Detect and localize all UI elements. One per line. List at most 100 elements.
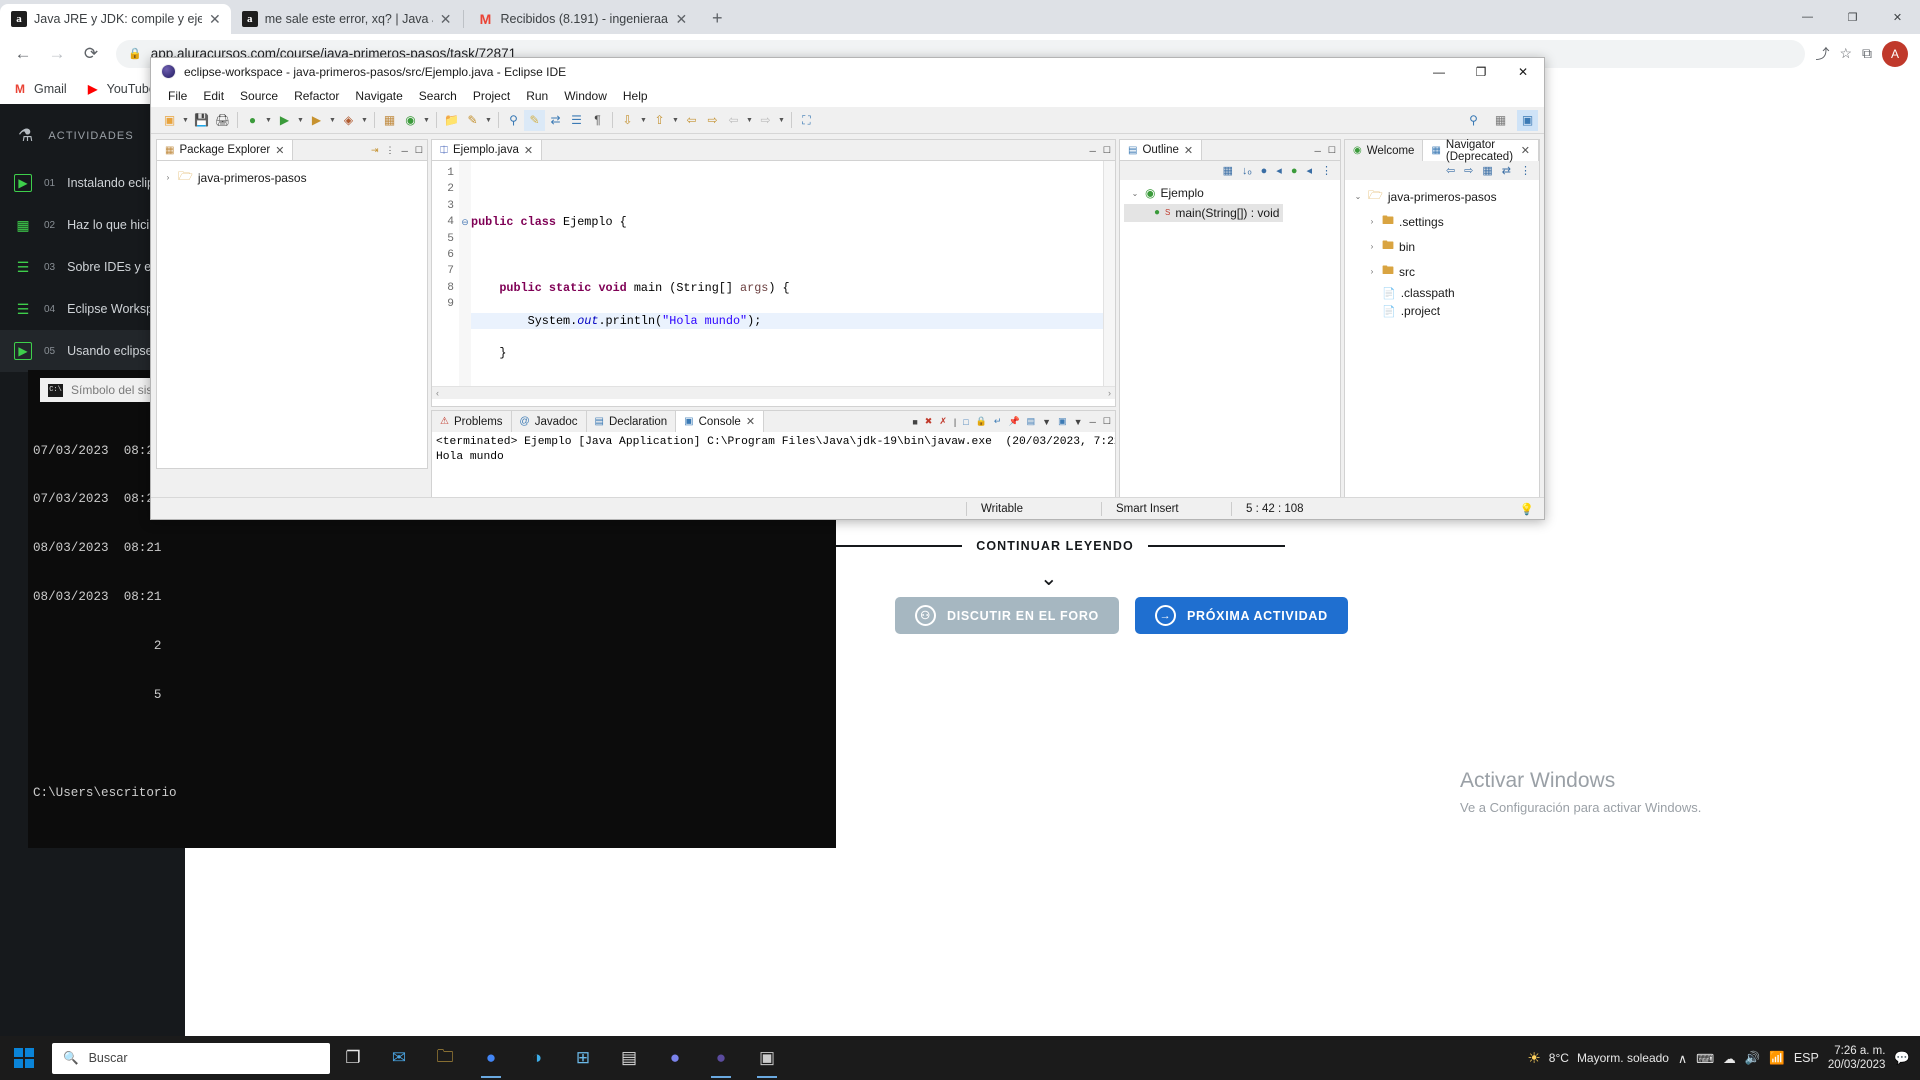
keyboard-icon[interactable]: ⌨	[1696, 1051, 1714, 1066]
link-editor-icon[interactable]: ⇄	[1502, 164, 1511, 177]
chevron-down-icon[interactable]: ▼	[359, 117, 370, 124]
proxima-actividad-button[interactable]: → PRÓXIMA ACTIVIDAD	[1134, 597, 1348, 634]
taskbar-clock[interactable]: 7:26 a. m. 20/03/2023	[1828, 1044, 1886, 1072]
remove-launch-icon[interactable]: ✖	[925, 416, 933, 427]
minimize-icon[interactable]: —	[1785, 1, 1830, 33]
nav-item-project-file[interactable]: 📄 .project	[1345, 302, 1539, 320]
new-window-icon[interactable]: ⛶	[796, 110, 817, 131]
nav-item-src[interactable]: › 🖿 src	[1345, 259, 1539, 284]
menu-project[interactable]: Project	[465, 89, 518, 103]
menu-search[interactable]: Search	[411, 89, 465, 103]
onedrive-icon[interactable]: ☁	[1723, 1051, 1736, 1066]
close-icon[interactable]: ✕	[746, 415, 755, 428]
eclipse-title-bar[interactable]: eclipse-workspace - java-primeros-pasos/…	[151, 58, 1544, 85]
sort-icon[interactable]: ↓ₒ	[1242, 165, 1252, 177]
taskbar-store[interactable]: ⊞	[560, 1036, 606, 1080]
code-area[interactable]: 1 2 3 4 5 6 7 8 9 ⊖ public class Ejemplo…	[432, 161, 1115, 426]
chevron-down-icon[interactable]: ▼	[1042, 417, 1051, 427]
open-console-icon[interactable]: ▣	[1058, 416, 1067, 427]
taskbar-eclipse[interactable]: ●	[698, 1036, 744, 1080]
quick-access-search-icon[interactable]: ⚲	[1463, 110, 1484, 131]
minimize-icon[interactable]: ─	[1315, 146, 1321, 156]
run-icon[interactable]: ▶	[274, 110, 295, 131]
view-menu-icon[interactable]: ⋮	[386, 145, 395, 156]
chevron-down-icon[interactable]: ▼	[670, 117, 681, 124]
taskbar-mail[interactable]: ✉	[376, 1036, 422, 1080]
hide-fields-icon[interactable]: ●	[1261, 165, 1268, 177]
chevron-down-icon[interactable]: ▼	[776, 117, 787, 124]
source-code[interactable]: public class Ejemplo { public static voi…	[471, 161, 1115, 426]
minimize-icon[interactable]: ─	[1090, 146, 1096, 156]
bookmark-youtube[interactable]: ▶ YouTube	[85, 81, 156, 97]
fold-marker-icon[interactable]: ⊖	[459, 214, 471, 230]
java-perspective-icon[interactable]: ▣	[1517, 109, 1538, 131]
view-menu-icon[interactable]: ⋮	[1520, 164, 1531, 177]
forward-history-icon[interactable]: ⇨	[702, 110, 723, 131]
close-icon[interactable]: ✕	[275, 144, 284, 157]
hide-nonpublic-icon[interactable]: ●	[1291, 165, 1298, 177]
maximize-icon[interactable]: ❐	[1830, 1, 1875, 33]
prev-annotation-icon[interactable]: ⇧	[649, 110, 670, 131]
open-perspective-icon[interactable]: ▦	[1490, 110, 1511, 131]
extensions-icon[interactable]: ⧉	[1862, 45, 1872, 62]
tab-declaration[interactable]: ▤ Declaration	[586, 411, 677, 432]
chevron-down-icon[interactable]: ▼	[327, 117, 338, 124]
chevron-down-icon[interactable]: ▼	[295, 117, 306, 124]
new-icon[interactable]: ▣	[159, 110, 180, 131]
language-indicator[interactable]: ESP	[1794, 1051, 1819, 1065]
chevron-right-icon[interactable]: ›	[1367, 217, 1377, 226]
chevron-right-icon[interactable]: ›	[1367, 267, 1377, 276]
chevron-down-icon[interactable]: ⌄	[1130, 189, 1140, 198]
tree-item-project[interactable]: › 🗁 java-primeros-pasos	[157, 165, 427, 190]
remove-all-icon[interactable]: ✗	[939, 416, 947, 427]
tab-navigator[interactable]: ▦ Navigator (Deprecated) ✕	[1423, 139, 1539, 163]
prev-edit-icon[interactable]: ⇦	[723, 110, 744, 131]
chevron-down-icon[interactable]: ⌄	[1040, 566, 1058, 591]
collapse-all-icon[interactable]: ▦	[1223, 164, 1233, 177]
search-ref-icon[interactable]: ✎	[462, 110, 483, 131]
tab-welcome[interactable]: ◉ Welcome	[1345, 140, 1424, 161]
chevron-right-icon[interactable]: ›	[1367, 242, 1377, 251]
terminate-icon[interactable]: ■	[912, 417, 917, 427]
print-icon[interactable]: 🖨	[212, 110, 233, 131]
maximize-icon[interactable]: ☐	[1328, 145, 1336, 156]
menu-navigate[interactable]: Navigate	[347, 89, 410, 103]
collapse-all-icon[interactable]: ⇥	[371, 145, 379, 156]
back-history-icon[interactable]: ⇦	[681, 110, 702, 131]
show-source-icon[interactable]: ☰	[566, 110, 587, 131]
volume-icon[interactable]: 🔊	[1745, 1051, 1761, 1066]
chevron-down-icon[interactable]: ⌄	[1353, 192, 1363, 201]
taskbar-search-input[interactable]: 🔍 Buscar	[52, 1042, 330, 1074]
tab-outline[interactable]: ▤ Outline ✕	[1120, 140, 1203, 160]
tab-ejemplo-java[interactable]: ⎅ Ejemplo.java ✕	[432, 140, 543, 160]
bookmark-star-icon[interactable]: ☆	[1839, 45, 1852, 62]
scroll-lock-icon[interactable]: 🔒	[976, 416, 987, 427]
chevron-down-icon[interactable]: ▼	[421, 117, 432, 124]
maximize-icon[interactable]: ❐	[1460, 58, 1502, 85]
nav-item-settings[interactable]: › 🖿 .settings	[1345, 209, 1539, 234]
folding-column[interactable]: ⊖	[459, 161, 471, 386]
taskbar-cmd[interactable]: ▣	[744, 1036, 790, 1080]
reload-icon[interactable]: ⟳	[76, 39, 106, 69]
close-icon[interactable]: ✕	[524, 144, 533, 157]
whitespace-icon[interactable]: ¶	[587, 110, 608, 131]
forward-icon[interactable]: →	[42, 39, 72, 69]
discutir-en-el-foro-button[interactable]: ⚇ DISCUTIR EN EL FORO	[895, 597, 1119, 634]
browser-tab-2[interactable]: M Recibidos (8.191) - ingenieraagric ✕	[466, 4, 698, 34]
close-icon[interactable]: ✕	[440, 12, 452, 26]
taskbar-task-view[interactable]: ❐	[330, 1036, 376, 1080]
bookmark-gmail[interactable]: M Gmail	[12, 81, 67, 97]
browser-tab-0[interactable]: a Java JRE y JDK: compile y ejecute ✕	[0, 4, 231, 34]
menu-refactor[interactable]: Refactor	[286, 89, 347, 103]
minimize-icon[interactable]: ─	[402, 146, 408, 156]
menu-help[interactable]: Help	[615, 89, 656, 103]
pin-console-icon[interactable]: 📌	[1008, 416, 1019, 427]
taskbar-teams[interactable]: ●	[652, 1036, 698, 1080]
chevron-down-icon[interactable]: ▼	[1074, 417, 1083, 427]
close-icon[interactable]: ✕	[1184, 144, 1193, 157]
nav-item-classpath[interactable]: 📄 .classpath	[1345, 284, 1539, 302]
link-editor-icon[interactable]: ⇄	[545, 110, 566, 131]
share-icon[interactable]: ⤴	[1815, 44, 1829, 64]
display-console-icon[interactable]: ▤	[1027, 416, 1036, 427]
taskbar-word[interactable]: ▤	[606, 1036, 652, 1080]
